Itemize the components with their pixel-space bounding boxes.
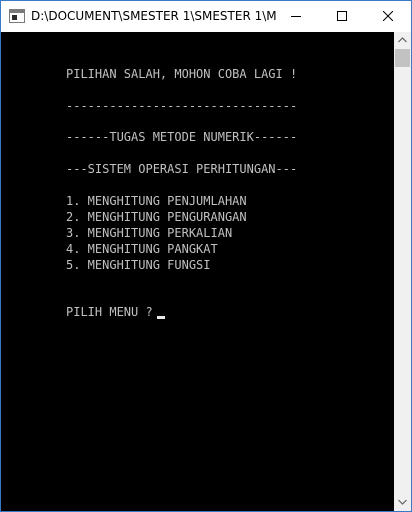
maximize-button[interactable]: [319, 1, 365, 32]
menu-option-1: 1. MENGHITUNG PENJUMLAHAN: [66, 194, 247, 208]
subheading-line: ---SISTEM OPERASI PERHITUNGAN---: [66, 162, 298, 176]
close-icon: [383, 11, 393, 21]
console-output[interactable]: PILIHAN SALAH, MOHON COBA LAGI ! -------…: [1, 32, 394, 511]
console-window: D:\DOCUMENT\SMESTER 1\SMESTER 1\ME... PI…: [0, 0, 412, 512]
menu-option-3: 3. MENGHITUNG PERKALIAN: [66, 226, 233, 240]
menu-option-2: 2. MENGHITUNG PENGURANGAN: [66, 210, 247, 224]
scroll-up-button[interactable]: [394, 32, 411, 49]
title-bar[interactable]: D:\DOCUMENT\SMESTER 1\SMESTER 1\ME...: [1, 1, 411, 32]
chevron-up-icon: [398, 37, 407, 43]
minimize-button[interactable]: [273, 1, 319, 32]
minimize-icon: [291, 16, 301, 17]
heading-line: ------TUGAS METODE NUMERIK------: [66, 130, 298, 144]
window-title: D:\DOCUMENT\SMESTER 1\SMESTER 1\ME...: [31, 9, 276, 23]
scroll-down-button[interactable]: [394, 494, 411, 511]
prompt-line: PILIH MENU ?: [66, 304, 165, 320]
scroll-thumb[interactable]: [395, 49, 410, 67]
vertical-scrollbar[interactable]: [394, 32, 411, 511]
prompt-text: PILIH MENU ?: [66, 305, 153, 319]
menu-option-5: 5. MENGHITUNG FUNGSI: [66, 258, 211, 272]
menu-option-4: 4. MENGHITUNG PANGKAT: [66, 242, 218, 256]
separator-line: --------------------------------: [66, 99, 298, 113]
text-cursor: [156, 316, 165, 319]
chevron-down-icon: [398, 499, 407, 505]
maximize-icon: [337, 11, 347, 21]
error-message: PILIHAN SALAH, MOHON COBA LAGI !: [66, 67, 298, 81]
close-button[interactable]: [365, 1, 411, 32]
console-app-icon[interactable]: [9, 9, 25, 23]
